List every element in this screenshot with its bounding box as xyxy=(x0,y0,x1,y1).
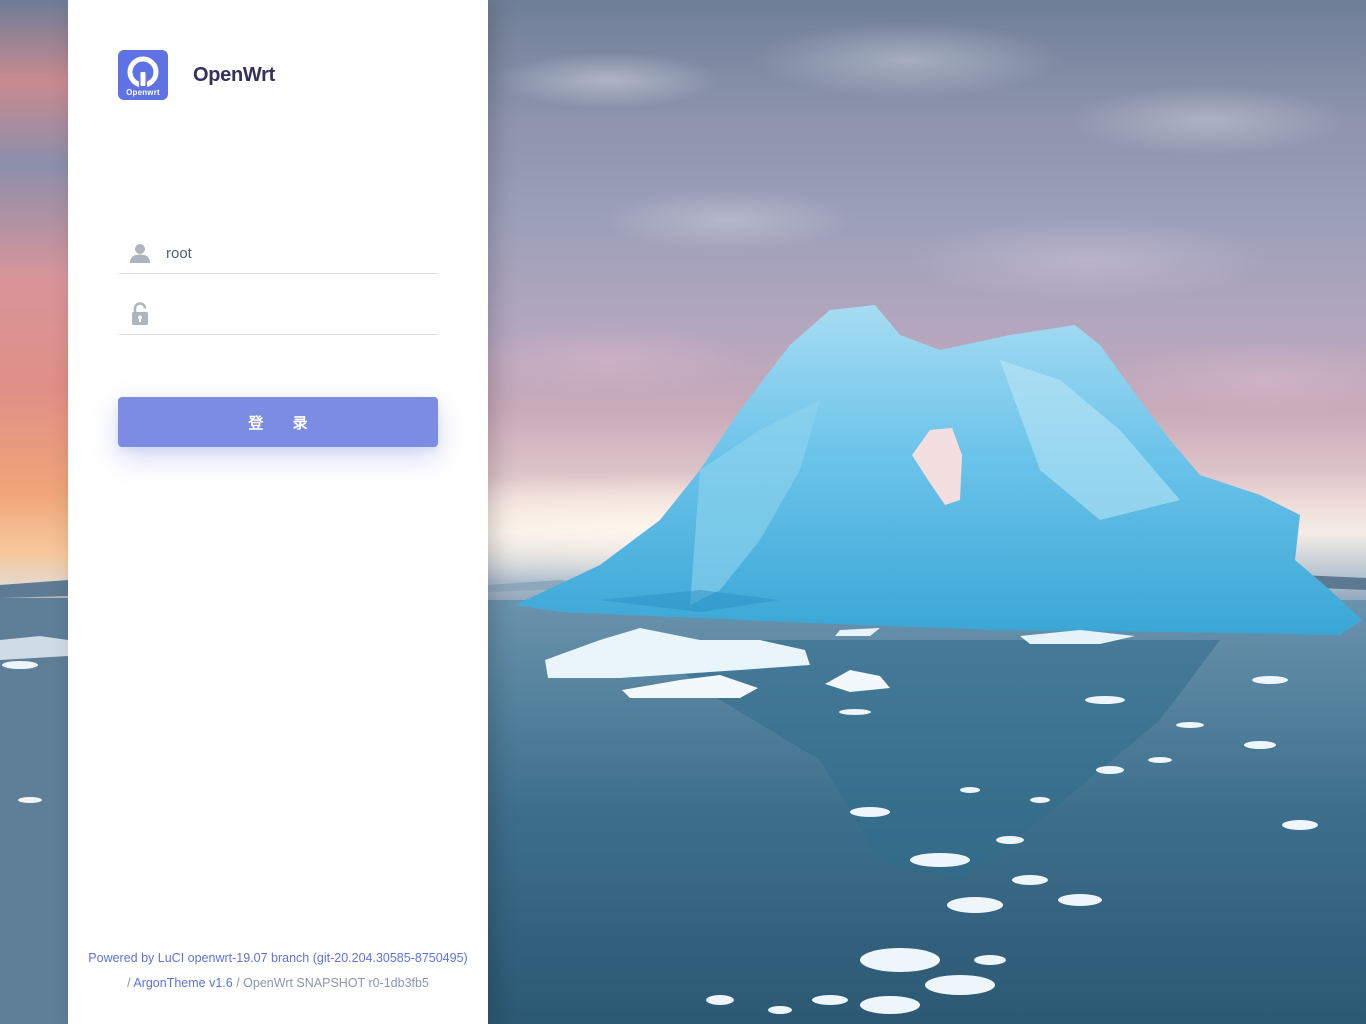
argon-theme-link[interactable]: ArgonTheme v1.6 xyxy=(133,976,232,990)
password-field xyxy=(118,294,438,335)
footer-separator: / xyxy=(127,976,131,990)
login-button[interactable]: 登 录 xyxy=(118,397,438,447)
logo-caption: Openwrt xyxy=(126,88,160,97)
user-icon xyxy=(118,233,162,273)
username-input[interactable] xyxy=(162,235,438,271)
footer: Powered by LuCI openwrt-19.07 branch (gi… xyxy=(68,946,488,996)
password-input[interactable] xyxy=(162,296,438,332)
login-screen: Openwrt OpenWrt root 登 录 Powered by LuCI… xyxy=(0,0,1366,1024)
luci-version-link[interactable]: Powered by LuCI openwrt-19.07 branch (gi… xyxy=(88,951,467,965)
username-field xyxy=(118,233,438,274)
firmware-version: OpenWrt SNAPSHOT r0-1db3fb5 xyxy=(243,976,429,990)
footer-line-2: / ArgonTheme v1.6 / OpenWrt SNAPSHOT r0-… xyxy=(68,971,488,996)
brand-name: OpenWrt xyxy=(193,63,275,86)
brand-header: Openwrt OpenWrt xyxy=(118,50,275,100)
login-panel: Openwrt OpenWrt root 登 录 Powered by LuCI… xyxy=(68,0,488,1024)
unlock-icon xyxy=(118,294,162,334)
openwrt-logo-icon: Openwrt xyxy=(118,50,168,100)
footer-line-1: Powered by LuCI openwrt-19.07 branch (gi… xyxy=(68,946,488,971)
footer-separator: / xyxy=(236,976,240,990)
